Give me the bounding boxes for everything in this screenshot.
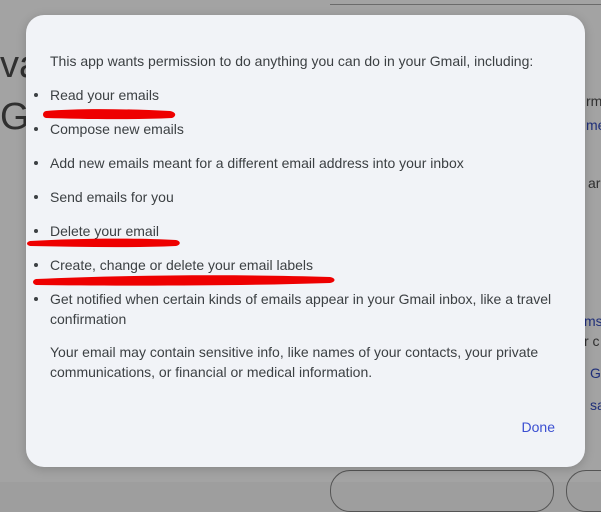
permission-label: Send emails for you: [50, 189, 174, 205]
permission-label: Add new emails meant for a different ema…: [50, 155, 464, 171]
background-divider: [330, 0, 601, 5]
sensitive-info-note: Your email may contain sensitive info, l…: [50, 344, 539, 380]
background-link-fragment[interactable]: G: [590, 366, 601, 380]
permission-label: Create, change or delete your email labe…: [50, 257, 314, 273]
permission-item-delete-email: Delete your email: [34, 221, 570, 241]
dialog-intro-text: This app wants permission to do anything…: [50, 53, 534, 69]
background-text-fragment: rm: [586, 93, 601, 109]
bullet-icon: [34, 93, 38, 97]
bullet-icon: [34, 127, 38, 131]
done-button[interactable]: Done: [522, 417, 555, 437]
bullet-icon: [34, 229, 38, 233]
permission-item-send-emails: Send emails for you: [34, 187, 570, 207]
permission-label: Get notified when certain kinds of email…: [50, 291, 552, 327]
permission-label: Delete your email: [50, 223, 159, 239]
permissions-dialog: This app wants permission to do anything…: [26, 15, 585, 467]
background-button[interactable]: [330, 470, 554, 512]
background-text-fragment: r c: [584, 333, 600, 349]
permission-item-compose-emails: Compose new emails: [34, 119, 570, 139]
background-link-fragment[interactable]: ms: [584, 314, 601, 328]
background-link-fragment[interactable]: me: [586, 118, 601, 132]
permission-label: Compose new emails: [50, 121, 184, 137]
background-text-fragment: ar: [588, 175, 601, 191]
bullet-icon: [34, 161, 38, 165]
bullet-icon: [34, 195, 38, 199]
bullet-icon: [34, 263, 38, 267]
permission-label: Read your emails: [50, 87, 159, 103]
permission-item-read-emails: Read your emails: [34, 85, 570, 105]
background-link-fragment[interactable]: sa: [590, 398, 601, 412]
background-button[interactable]: [566, 470, 601, 512]
permission-item-insert-emails: Add new emails meant for a different ema…: [34, 153, 570, 173]
permission-item-manage-labels: Create, change or delete your email labe…: [34, 255, 570, 275]
bullet-icon: [34, 297, 38, 301]
permission-item-notifications: Get notified when certain kinds of email…: [34, 289, 570, 329]
